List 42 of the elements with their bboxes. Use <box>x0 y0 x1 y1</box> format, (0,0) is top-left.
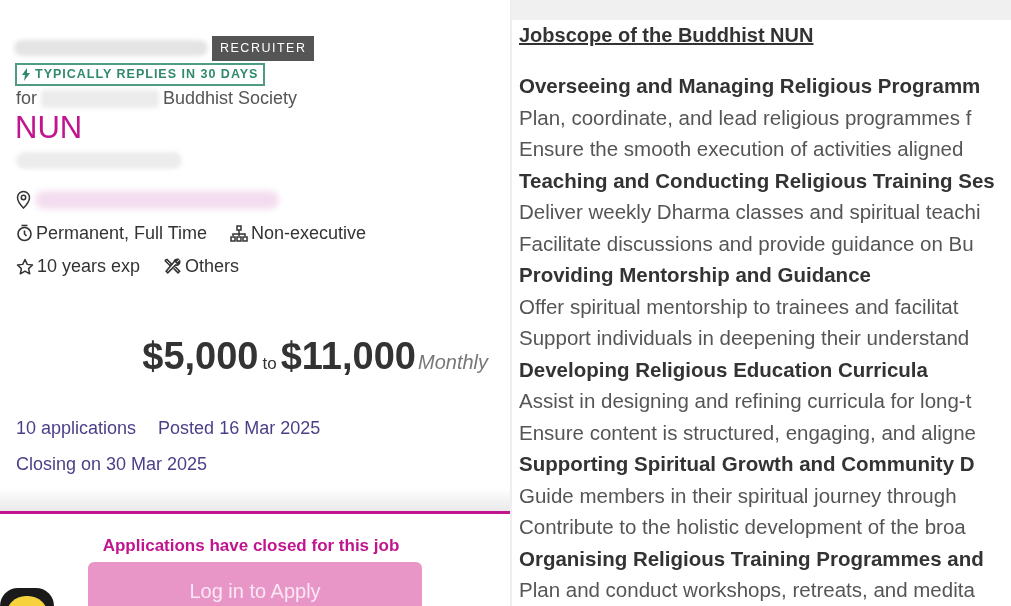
lightning-icon <box>22 67 30 81</box>
duty-text: Facilitate discussions and provide guidance on Bu <box>519 230 974 257</box>
duty-text: Deliver weekly Dharma classes and spiritual teachi <box>519 199 981 225</box>
job-detail: Permanent, Full Time <box>36 221 208 245</box>
chat-widget-icon[interactable] <box>0 588 54 606</box>
reply-time-badge: TYPICALLY REPLIES IN 30 DAYS <box>15 62 266 86</box>
duty-text: Plan and conduct workshops, retreats, and medita <box>519 577 975 603</box>
job-title: NUN <box>14 109 83 146</box>
recruiter-badge: RECRUITER <box>212 36 315 61</box>
posted-date: Posted 16 Mar 2025 <box>158 416 321 440</box>
duty-text: Offer spiritual mentorship to trainees and facilitat <box>519 293 959 320</box>
duty-text: Guide members in their spiritual journey through <box>519 482 957 509</box>
application-count: 10 applications <box>16 416 137 440</box>
org-chart-icon <box>230 224 249 242</box>
section-heading: Providing Mentorship and Guidance <box>519 262 871 288</box>
duty-text: Ensure content is structured, engaging, and aligne <box>519 419 976 446</box>
job-detail: Non-executive <box>251 221 367 245</box>
location-pin-icon <box>16 190 31 210</box>
duty-text: Contribute to the holistic development of the broa <box>519 514 966 540</box>
duty-text: Support individuals in deepening their understand <box>519 325 970 351</box>
star-icon <box>16 258 34 276</box>
section-heading: Teaching and Conducting Religious Training Ses <box>519 167 995 194</box>
section-heading: Organising Religious Training Programmes and <box>519 545 984 572</box>
section-heading: Overseeing and Managing Religious Programm <box>519 73 981 99</box>
company-name: Buddhist Society <box>163 87 298 110</box>
for-label: for <box>16 87 37 110</box>
section-heading: Developing Religious Education Curricula <box>519 356 928 383</box>
duty-text: Ensure the smooth execution of activities aligned <box>519 136 964 162</box>
salary-period: Monthly <box>417 349 488 375</box>
jobscope-title: Jobscope of the Buddhist NUN <box>519 23 814 48</box>
duty-text: Plan, coordinate, and lead religious programmes f <box>519 104 972 131</box>
closing-date: Closing on 30 Mar 2025 <box>15 452 209 476</box>
tools-icon <box>163 257 183 277</box>
salary-max: $11,000 <box>280 333 416 379</box>
salary-min: $5,000 <box>142 333 259 379</box>
section-heading: Supporting Spiritual Growth and Community D <box>519 451 975 477</box>
salary-to: to <box>262 352 277 375</box>
job-detail: Others <box>185 255 240 279</box>
closed-notice: Applications have closed for this job <box>101 534 401 557</box>
duty-text: Assist in designing and refining curricula for long-t <box>519 388 972 414</box>
timer-icon <box>16 224 33 243</box>
job-detail: 10 years exp <box>37 255 141 279</box>
